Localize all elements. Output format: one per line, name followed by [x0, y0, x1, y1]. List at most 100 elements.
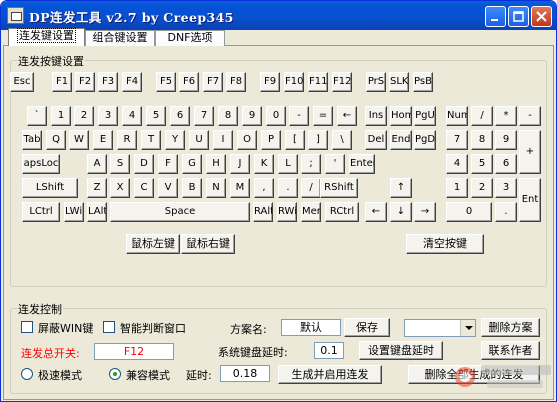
key-np-sub[interactable]: -: [519, 106, 541, 126]
key-numlock[interactable]: Num: [446, 106, 468, 126]
delay-field[interactable]: 0.18: [220, 365, 270, 382]
kbd-delay-field[interactable]: 0.1: [314, 342, 344, 359]
key-np1[interactable]: 1: [446, 178, 468, 198]
mode-fast-radio[interactable]: [21, 368, 33, 380]
key-period[interactable]: .: [278, 178, 298, 198]
key-np8[interactable]: 8: [471, 130, 493, 150]
key-pgdn[interactable]: PgD: [414, 130, 436, 150]
key-end[interactable]: End: [390, 130, 412, 150]
key-backspace[interactable]: ←: [337, 106, 357, 126]
key-equals[interactable]: =: [313, 106, 333, 126]
key-g[interactable]: G: [182, 154, 202, 174]
key-np7[interactable]: 7: [446, 130, 468, 150]
key-prs[interactable]: PrS: [366, 72, 386, 92]
key-slash[interactable]: /: [301, 178, 321, 198]
key-z[interactable]: Z: [87, 178, 107, 198]
title-bar[interactable]: DP连发工具 v2.7 by Creep345: [1, 1, 556, 30]
key-f12[interactable]: F12: [332, 72, 352, 92]
key-ralt[interactable]: RAlt: [253, 202, 273, 222]
key-space[interactable]: Space: [110, 202, 250, 222]
key-k[interactable]: K: [254, 154, 274, 174]
mode-compat-radio[interactable]: [109, 368, 121, 380]
key-lwin[interactable]: LWin: [64, 202, 84, 222]
key-s[interactable]: S: [110, 154, 130, 174]
key-r[interactable]: R: [117, 130, 137, 150]
key-w[interactable]: W: [69, 130, 89, 150]
minimize-button[interactable]: [485, 6, 506, 27]
key-f[interactable]: F: [158, 154, 178, 174]
key-lshift[interactable]: LShift: [22, 178, 78, 198]
key-t[interactable]: T: [141, 130, 161, 150]
key-n8[interactable]: 8: [218, 106, 238, 126]
key-up[interactable]: ↑: [390, 178, 412, 198]
key-np2[interactable]: 2: [471, 178, 493, 198]
key-quote[interactable]: ': [325, 154, 345, 174]
key-o[interactable]: O: [237, 130, 257, 150]
key-f1[interactable]: F1: [52, 72, 72, 92]
key-np-div[interactable]: /: [471, 106, 493, 126]
key-n4[interactable]: 4: [122, 106, 142, 126]
key-n6[interactable]: 6: [170, 106, 190, 126]
key-psb[interactable]: PsB: [413, 72, 433, 92]
key-y[interactable]: Y: [165, 130, 185, 150]
save-scheme-button[interactable]: 保存: [344, 318, 390, 337]
key-n1[interactable]: 1: [51, 106, 71, 126]
key-backslash[interactable]: \: [332, 130, 352, 150]
key-backtick[interactable]: `: [27, 106, 47, 126]
key-semicolon[interactable]: ;: [301, 154, 321, 174]
scheme-name-field[interactable]: 默认: [281, 319, 341, 336]
mouse-left-button[interactable]: 鼠标左键: [126, 234, 180, 254]
tab-dnf-options[interactable]: DNF选项: [155, 30, 225, 46]
key-f11[interactable]: F11: [308, 72, 328, 92]
key-l[interactable]: L: [278, 154, 298, 174]
key-lctrl[interactable]: LCtrl: [22, 202, 60, 222]
key-np6[interactable]: 6: [495, 154, 517, 174]
key-b[interactable]: B: [182, 178, 202, 198]
key-menu[interactable]: Menu: [301, 202, 321, 222]
key-np0[interactable]: 0: [446, 202, 492, 222]
key-np-mul[interactable]: *: [495, 106, 517, 126]
key-right[interactable]: →: [414, 202, 436, 222]
key-q[interactable]: Q: [46, 130, 66, 150]
key-j[interactable]: J: [230, 154, 250, 174]
key-down[interactable]: ↓: [390, 202, 412, 222]
key-f8[interactable]: F8: [226, 72, 246, 92]
key-n7[interactable]: 7: [194, 106, 214, 126]
key-rshift[interactable]: RShift: [320, 178, 358, 198]
key-ins[interactable]: Ins: [365, 106, 387, 126]
key-x[interactable]: X: [110, 178, 130, 198]
key-h[interactable]: H: [206, 154, 226, 174]
key-f2[interactable]: F2: [75, 72, 95, 92]
key-n[interactable]: N: [206, 178, 226, 198]
key-rwin[interactable]: RWin: [277, 202, 297, 222]
key-f4[interactable]: F4: [122, 72, 142, 92]
key-c[interactable]: C: [134, 178, 154, 198]
key-lalt[interactable]: LAlt: [87, 202, 107, 222]
key-np-dot[interactable]: .: [495, 202, 517, 222]
key-n3[interactable]: 3: [98, 106, 118, 126]
key-n0[interactable]: 0: [266, 106, 286, 126]
generate-button[interactable]: 生成并启用连发: [278, 365, 382, 384]
chevron-down-icon[interactable]: [460, 320, 475, 336]
key-enter[interactable]: Enter: [349, 154, 375, 174]
key-rctrl[interactable]: RCtrl: [325, 202, 359, 222]
key-f5[interactable]: F5: [156, 72, 176, 92]
master-switch-field[interactable]: F12: [94, 343, 174, 360]
key-v[interactable]: V: [158, 178, 178, 198]
key-u[interactable]: U: [189, 130, 209, 150]
key-np3[interactable]: 3: [495, 178, 517, 198]
key-np9[interactable]: 9: [495, 130, 517, 150]
key-esc[interactable]: Esc: [10, 72, 34, 92]
key-a[interactable]: A: [87, 154, 107, 174]
key-n2[interactable]: 2: [74, 106, 94, 126]
key-d[interactable]: D: [134, 154, 154, 174]
key-home[interactable]: Hom: [390, 106, 412, 126]
key-lbracket[interactable]: [: [285, 130, 305, 150]
maximize-button[interactable]: [508, 6, 529, 27]
key-e[interactable]: E: [93, 130, 113, 150]
key-slk[interactable]: SLK: [389, 72, 409, 92]
tab-repeat-keys[interactable]: 连发键设置: [8, 28, 85, 46]
key-capslock[interactable]: apsLoc: [22, 154, 60, 174]
key-comma[interactable]: ,: [254, 178, 274, 198]
key-i[interactable]: I: [213, 130, 233, 150]
